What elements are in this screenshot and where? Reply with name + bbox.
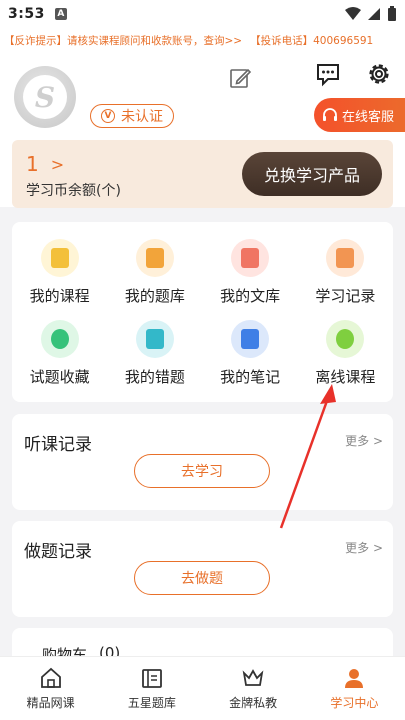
avatar[interactable]: S: [14, 66, 76, 128]
grid-item-course[interactable]: 我的课程: [12, 232, 107, 313]
grid-item-label: 我的错题: [124, 368, 185, 386]
star-icon-glyph: [50, 329, 69, 349]
message-icon[interactable]: [314, 60, 342, 88]
star-icon: [40, 320, 79, 358]
grid-item-library[interactable]: 我的文库: [203, 232, 298, 313]
question-record-card: 做题记录 更多 > 去做题: [12, 521, 393, 617]
coin-label: 学习币余额(个): [26, 183, 121, 199]
unverified-badge[interactable]: V 未认证: [90, 104, 174, 128]
chevron-right-icon: >: [50, 154, 65, 174]
grid-item-star[interactable]: 试题收藏: [12, 313, 107, 394]
avatar-logo: S: [23, 75, 67, 119]
grid-item-label: 学习记录: [315, 287, 376, 305]
anti-fraud-notice[interactable]: 【反诈提示】请核实课程顾问和收款账号，查询>> 【投诉电话】400696591: [0, 28, 405, 52]
grid-item-notes[interactable]: 我的笔记: [203, 313, 298, 394]
user-icon: [345, 669, 364, 688]
study-coin-card: 1 > 学习币余额(个) 兑换学习产品: [12, 140, 393, 208]
listen-record-title: 听课记录: [24, 435, 92, 455]
crown-icon: [242, 669, 264, 686]
status-right: [345, 6, 397, 22]
listen-record-more[interactable]: 更多 >: [345, 432, 383, 449]
battery-icon: [388, 6, 396, 21]
home-icon: [40, 667, 61, 688]
notice-right[interactable]: 【投诉电话】400696591: [250, 33, 373, 48]
grid-item-label: 试题收藏: [29, 368, 90, 386]
notice-left[interactable]: 【反诈提示】请核实课程顾问和收款账号，查询>>: [4, 33, 242, 48]
gear-icon[interactable]: [365, 60, 393, 88]
grid-item-study-record[interactable]: 学习记录: [298, 232, 393, 313]
tab-private-tutor[interactable]: 金牌私教: [203, 657, 304, 720]
exchange-button[interactable]: 兑换学习产品: [242, 152, 382, 196]
grid-item-label: 我的文库: [220, 287, 281, 305]
question-record-more[interactable]: 更多 >: [345, 539, 383, 556]
notification-a-icon: A: [54, 8, 67, 20]
signal-icon: [368, 8, 380, 20]
book-icon: [141, 669, 162, 688]
library-icon: [231, 239, 270, 277]
question-bank-icon: [135, 239, 174, 277]
study-record-icon-glyph: [336, 248, 355, 268]
wifi-status-icon: [345, 7, 361, 20]
grid-item-question-bank[interactable]: 我的题库: [107, 232, 202, 313]
course-icon-glyph: [50, 248, 69, 268]
notes-icon: [231, 320, 270, 358]
status-time: 3:53: [8, 6, 45, 22]
question-record-title: 做题记录: [24, 542, 92, 562]
study-record-icon: [326, 239, 365, 277]
course-icon: [40, 239, 79, 277]
wifi-icon-glyph: [336, 329, 355, 349]
coin-value: 1: [26, 152, 39, 176]
wifi-icon: [326, 320, 365, 358]
tab-label: 学习中心: [330, 696, 379, 710]
tab-question-bank[interactable]: 五星题库: [101, 657, 202, 720]
grid-item-wrong-question[interactable]: 我的错题: [107, 313, 202, 394]
grid-item-label: 离线课程: [315, 368, 376, 386]
grid-item-label: 我的题库: [124, 287, 185, 305]
coin-balance[interactable]: 1 >: [26, 152, 64, 176]
question-bank-icon-glyph: [145, 248, 164, 268]
wrong-question-icon: [135, 320, 174, 358]
unverified-label: 未认证: [121, 109, 163, 125]
tab-courses[interactable]: 精品网课: [0, 657, 101, 720]
function-grid: 我的课程 我的题库 我的文库 学习记录试题收藏 我的错题 我的笔记 离线课程: [12, 222, 393, 402]
wrong-question-icon-glyph: [145, 329, 164, 349]
online-service-label: 在线客服: [342, 109, 395, 125]
edit-icon[interactable]: [228, 66, 252, 90]
grid-item-label: 我的课程: [29, 287, 90, 305]
grid-item-label: 我的笔记: [220, 368, 281, 386]
tab-label: 金牌私教: [229, 696, 278, 710]
tab-study-center[interactable]: 学习中心: [304, 657, 405, 720]
go-study-button[interactable]: 去学习: [134, 454, 270, 488]
tab-label: 精品网课: [26, 696, 75, 710]
shield-icon: V: [101, 109, 115, 123]
listen-record-card: 听课记录 更多 > 去学习: [12, 414, 393, 510]
headset-icon: [323, 108, 337, 121]
library-icon-glyph: [241, 248, 260, 268]
notes-icon-glyph: [241, 329, 260, 349]
grid-item-wifi[interactable]: 离线课程: [298, 313, 393, 394]
tab-label: 五星题库: [127, 696, 176, 710]
online-service-button[interactable]: 在线客服: [314, 98, 405, 132]
bottom-tab-bar: 精品网课 五星题库 金牌私教 学习中心: [0, 656, 405, 720]
go-practice-button[interactable]: 去做题: [134, 561, 270, 595]
status-bar: 3:53 A: [0, 0, 405, 28]
